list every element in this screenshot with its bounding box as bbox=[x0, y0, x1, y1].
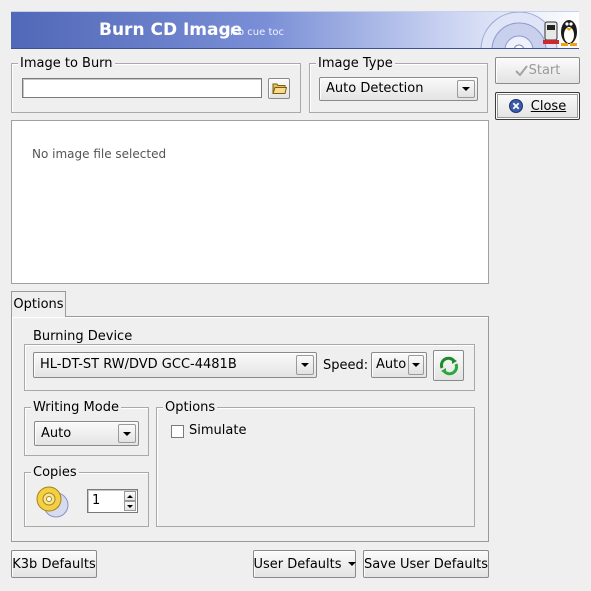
start-button[interactable]: Start bbox=[495, 57, 580, 84]
k3b-defaults-button[interactable]: K3b Defaults bbox=[11, 550, 97, 578]
tab-options[interactable]: Options bbox=[11, 291, 66, 317]
simulate-label: Simulate bbox=[189, 423, 247, 438]
chevron-down-icon bbox=[457, 80, 475, 98]
spin-down-button[interactable] bbox=[124, 501, 136, 511]
dialog-title: Burn CD Image bbox=[99, 20, 243, 40]
close-label: Close bbox=[530, 98, 567, 114]
k3b-logo-icon bbox=[473, 12, 579, 48]
k3b-defaults-label: K3b Defaults bbox=[12, 556, 96, 572]
refresh-device-button[interactable] bbox=[433, 350, 464, 381]
user-defaults-label: User Defaults bbox=[253, 556, 342, 572]
image-to-burn-title: Image to Burn bbox=[18, 56, 115, 71]
tab-options-label: Options bbox=[13, 297, 64, 312]
speed-value: Auto bbox=[376, 357, 407, 372]
close-circle-icon bbox=[508, 99, 523, 113]
folder-open-icon bbox=[271, 83, 287, 94]
copies-value: 1 bbox=[92, 493, 101, 508]
image-path-input[interactable] bbox=[22, 78, 262, 98]
browse-button[interactable] bbox=[268, 78, 290, 99]
save-user-defaults-button[interactable]: Save User Defaults bbox=[363, 550, 489, 578]
header-banner: Burn CD Image iso cue toc bbox=[11, 11, 579, 49]
image-info-panel: No image file selected bbox=[11, 120, 489, 284]
chevron-down-icon bbox=[296, 355, 314, 375]
user-defaults-button[interactable]: User Defaults bbox=[253, 550, 356, 578]
close-button[interactable]: Close bbox=[495, 92, 580, 120]
writing-mode-value: Auto bbox=[41, 426, 72, 441]
no-image-message: No image file selected bbox=[32, 147, 167, 161]
simulate-checkbox[interactable] bbox=[171, 425, 184, 438]
writing-mode-title: Writing Mode bbox=[31, 400, 121, 415]
chevron-down-icon bbox=[118, 424, 136, 443]
check-icon bbox=[514, 64, 528, 77]
save-user-defaults-label: Save User Defaults bbox=[363, 556, 489, 572]
speed-select[interactable]: Auto bbox=[371, 352, 427, 378]
chevron-down-icon bbox=[347, 562, 356, 566]
image-type-select[interactable]: Auto Detection bbox=[319, 77, 478, 101]
image-type-value: Auto Detection bbox=[326, 81, 424, 96]
cd-copies-icon bbox=[36, 486, 70, 518]
copies-title: Copies bbox=[31, 465, 79, 480]
burning-device-title: Burning Device bbox=[31, 329, 135, 344]
spin-up-button[interactable] bbox=[124, 491, 136, 501]
device-value: HL-DT-ST RW/DVD GCC-4481B bbox=[40, 357, 237, 372]
start-label: Start bbox=[528, 63, 561, 78]
chevron-down-icon bbox=[408, 355, 424, 375]
refresh-device-icon bbox=[439, 356, 458, 375]
writing-mode-select[interactable]: Auto bbox=[34, 421, 139, 446]
dialog-subtitle: iso cue toc bbox=[230, 27, 284, 38]
options-group-title: Options bbox=[163, 400, 218, 415]
device-select[interactable]: HL-DT-ST RW/DVD GCC-4481B bbox=[33, 352, 317, 378]
speed-label: Speed: bbox=[323, 358, 369, 373]
image-type-title: Image Type bbox=[316, 56, 395, 71]
copies-spinbox[interactable]: 1 bbox=[87, 489, 138, 513]
